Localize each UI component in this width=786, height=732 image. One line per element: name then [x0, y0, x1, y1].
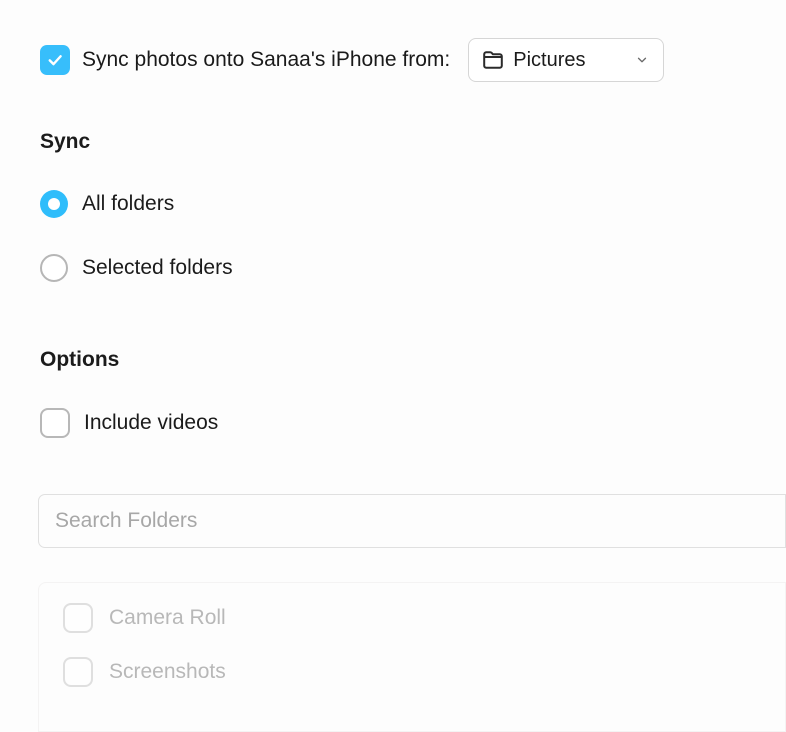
sync-source-dropdown[interactable]: Pictures: [468, 38, 664, 82]
radio-selected-folders[interactable]: [40, 254, 68, 282]
radio-selected-folders-label: Selected folders: [82, 256, 233, 280]
folder-label: Screenshots: [109, 660, 226, 684]
folder-icon: [481, 48, 505, 72]
folder-label: Camera Roll: [109, 606, 226, 630]
checkmark-icon: [46, 51, 64, 69]
search-placeholder: Search Folders: [55, 509, 197, 532]
radio-selected-dot: [48, 198, 60, 210]
folder-row-screenshots[interactable]: Screenshots: [63, 657, 761, 687]
sync-section-heading: Sync: [40, 130, 786, 154]
radio-all-folders-row[interactable]: All folders: [40, 190, 786, 218]
chevron-down-icon: [635, 53, 649, 67]
radio-all-folders[interactable]: [40, 190, 68, 218]
include-videos-row[interactable]: Include videos: [40, 408, 786, 438]
folder-checkbox[interactable]: [63, 603, 93, 633]
radio-all-folders-label: All folders: [82, 192, 174, 216]
folder-row-camera-roll[interactable]: Camera Roll: [63, 603, 761, 633]
sync-enable-label: Sync photos onto Sanaa's iPhone from:: [82, 48, 450, 72]
sync-enable-row: Sync photos onto Sanaa's iPhone from: Pi…: [40, 38, 786, 82]
folder-checkbox[interactable]: [63, 657, 93, 687]
include-videos-checkbox[interactable]: [40, 408, 70, 438]
include-videos-label: Include videos: [84, 411, 218, 435]
sync-source-label: Pictures: [513, 49, 627, 72]
radio-selected-folders-row[interactable]: Selected folders: [40, 254, 786, 282]
search-folders-input[interactable]: Search Folders: [38, 494, 786, 548]
folders-list-panel: Camera Roll Screenshots: [38, 582, 786, 732]
sync-enable-checkbox[interactable]: [40, 45, 70, 75]
options-section-heading: Options: [40, 348, 786, 372]
